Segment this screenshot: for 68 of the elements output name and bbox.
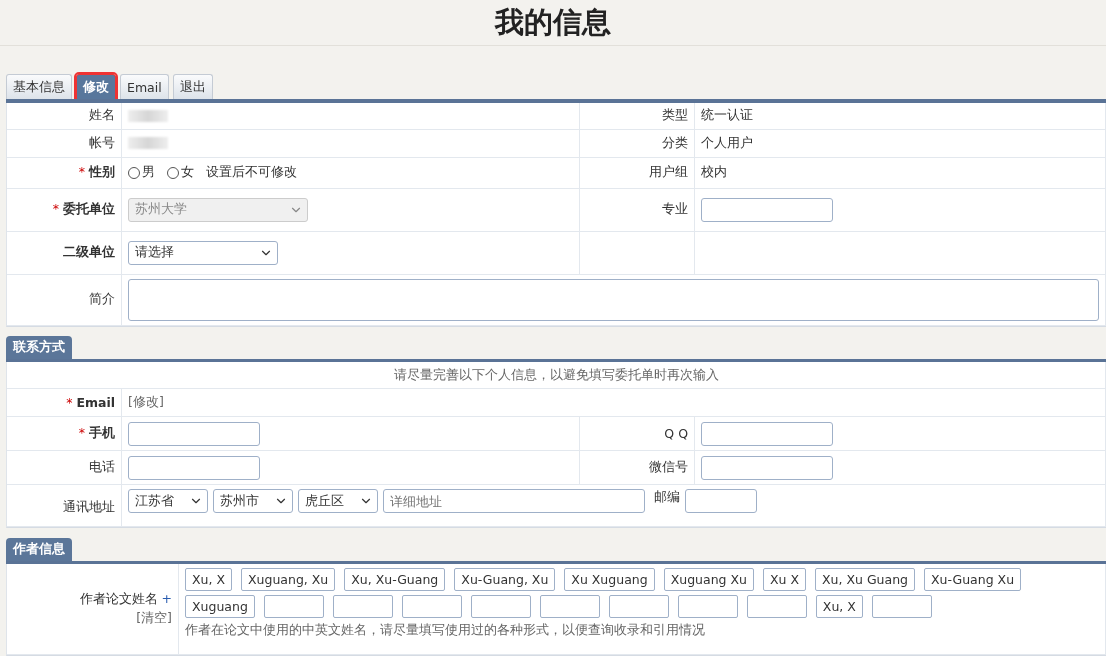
name-field[interactable]: Xu Xuguang: [564, 568, 655, 591]
redaction-mark: [128, 109, 168, 122]
name-field[interactable]: [871, 595, 932, 618]
field-value: 个人用户: [701, 134, 753, 152]
dropdown[interactable]: 江苏省: [128, 489, 208, 514]
tab[interactable]: 退出: [172, 74, 213, 100]
field-label: * 手机: [78, 425, 115, 443]
input-field[interactable]: [128, 455, 260, 480]
clear-link[interactable]: [清空]: [136, 610, 172, 627]
name-field[interactable]: Xu, Xu-Guang: [344, 568, 446, 591]
field-value: 校内: [701, 164, 727, 182]
redaction-mark: [128, 137, 168, 150]
name-field[interactable]: Xu, X: [185, 568, 232, 591]
info-note: 请尽量完善以下个人信息，以避免填写委托单时再次输入: [393, 366, 719, 384]
dropdown[interactable]: 虎丘区: [298, 489, 378, 514]
tab[interactable]: 修改: [76, 74, 116, 100]
field-label: 邮编: [654, 489, 680, 507]
name-field[interactable]: [470, 595, 531, 618]
name-field[interactable]: [401, 595, 462, 618]
name-field[interactable]: [746, 595, 807, 618]
radio-option[interactable]: 女: [167, 164, 194, 182]
zip-field[interactable]: [685, 489, 757, 514]
input-field[interactable]: [701, 455, 833, 480]
field-label: 帐号: [89, 134, 115, 152]
input-field[interactable]: [701, 421, 833, 446]
name-field[interactable]: [608, 595, 669, 618]
field-label: 二级单位: [63, 244, 115, 262]
name-field[interactable]: Xuguang: [185, 595, 255, 618]
field-label: 电话: [89, 459, 115, 477]
name-field[interactable]: [539, 595, 600, 618]
name-field[interactable]: Xuguang Xu: [663, 568, 754, 591]
field-label: 微信号: [649, 459, 688, 477]
field-label: * 性别: [78, 164, 115, 182]
field-label: * 委托单位: [52, 201, 115, 219]
field-label: 作者论文姓名: [79, 591, 158, 608]
tab[interactable]: Email: [120, 74, 169, 100]
field-label: 姓名: [89, 107, 115, 125]
name-field[interactable]: [332, 595, 393, 618]
dropdown[interactable]: 请选择: [128, 240, 278, 265]
input-field[interactable]: [701, 197, 833, 222]
field-note: 设置后不可修改: [206, 164, 297, 182]
field-label: 简介: [89, 291, 115, 309]
name-field[interactable]: Xu-Guang Xu: [924, 568, 1022, 591]
field-label: 用户组: [649, 164, 688, 182]
input-field[interactable]: [128, 421, 260, 446]
field-label: Q Q: [664, 426, 688, 442]
name-field[interactable]: Xu X: [763, 568, 806, 591]
field-label: 通讯地址: [63, 499, 115, 517]
tab[interactable]: 基本信息: [6, 74, 72, 100]
name-field[interactable]: [677, 595, 738, 618]
field-value: 统一认证: [701, 107, 753, 125]
name-field[interactable]: Xu, X: [815, 595, 863, 618]
field-label: * Email: [66, 395, 115, 411]
radio-option[interactable]: 男: [128, 164, 155, 182]
field-label: 专业: [662, 201, 688, 219]
name-field[interactable]: [263, 595, 324, 618]
page-title: 我的信息: [495, 3, 611, 41]
name-field[interactable]: Xu-Guang, Xu: [454, 568, 556, 591]
edit-link[interactable]: [修改]: [128, 394, 164, 412]
hint-text: 作者在论文中使用的中英文姓名，请尽量填写使用过的各种形式，以便查询收录和引用情况: [185, 622, 705, 639]
dropdown[interactable]: 苏州市: [213, 489, 293, 514]
address-field[interactable]: 详细地址: [383, 489, 645, 514]
name-field[interactable]: Xuguang, Xu: [241, 568, 336, 591]
add-link[interactable]: +: [161, 591, 172, 608]
name-field[interactable]: Xu, Xu Guang: [815, 568, 916, 591]
field-label: 类型: [662, 107, 688, 125]
field-label: 分类: [662, 134, 688, 152]
text-area[interactable]: [128, 278, 1099, 321]
